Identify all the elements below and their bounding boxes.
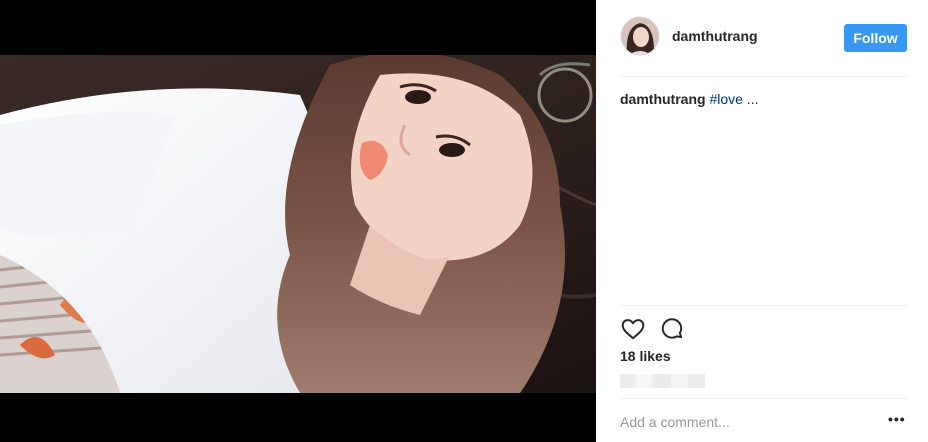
- post-actions: [620, 316, 700, 342]
- caption-username[interactable]: damthutrang: [620, 91, 706, 107]
- follow-button[interactable]: Follow: [844, 24, 907, 52]
- actions-divider: [620, 305, 907, 306]
- caption-hashtag[interactable]: #love: [709, 91, 742, 107]
- post-timestamp-obscured: [620, 374, 705, 388]
- more-options-icon[interactable]: •••: [888, 412, 908, 432]
- comment-input[interactable]: [620, 410, 870, 434]
- selfie-image: [0, 55, 596, 393]
- post-caption: damthutrang #love ...: [620, 90, 758, 108]
- post-header: damthutrang Follow: [620, 16, 907, 60]
- header-divider: [620, 76, 907, 77]
- avatar-image: [621, 17, 659, 55]
- post-media: [0, 0, 596, 442]
- avatar[interactable]: [620, 16, 660, 56]
- post-details-panel: damthutrang Follow damthutrang #love ...…: [596, 0, 928, 442]
- post-photo[interactable]: [0, 55, 596, 393]
- likes-count[interactable]: 18 likes: [620, 348, 671, 364]
- heart-icon[interactable]: [620, 316, 646, 342]
- caption-more[interactable]: ...: [743, 91, 759, 107]
- post-username[interactable]: damthutrang: [672, 28, 758, 44]
- comment-divider: [620, 398, 907, 399]
- comment-icon[interactable]: [659, 316, 685, 342]
